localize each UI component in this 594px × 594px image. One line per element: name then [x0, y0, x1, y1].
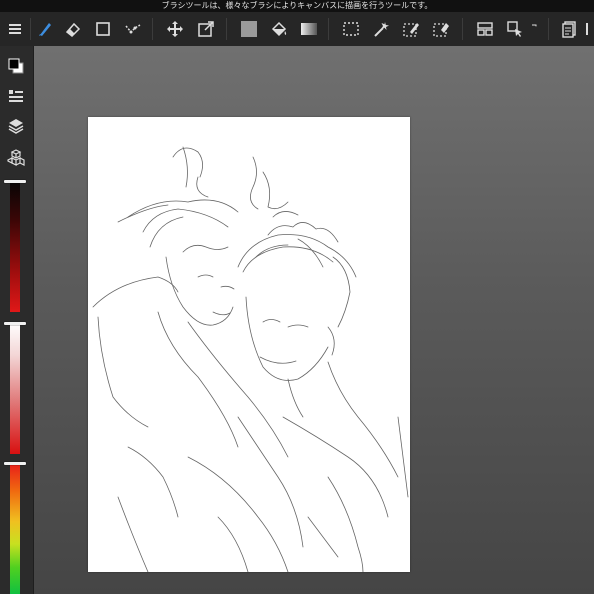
- move-icon[interactable]: [162, 16, 188, 42]
- material-icon[interactable]: [4, 146, 28, 170]
- brush-size-slider[interactable]: [4, 180, 26, 312]
- select-tool-icon[interactable]: [502, 16, 528, 42]
- layer-list-icon[interactable]: [4, 84, 28, 108]
- brush-size-handle[interactable]: [4, 180, 26, 183]
- sketch-drawing: [92, 146, 409, 572]
- layout-icon[interactable]: [472, 16, 498, 42]
- bucket-icon[interactable]: [266, 16, 292, 42]
- layers-icon[interactable]: [4, 114, 28, 138]
- overflow-icon[interactable]: [584, 16, 594, 42]
- select-pen-icon[interactable]: [398, 16, 424, 42]
- tool-hint-bar: ブラシツールは、様々なブラシによりキャンバスに描画を行うツールです。: [0, 0, 594, 12]
- fill-color-icon[interactable]: [236, 16, 262, 42]
- magic-wand-icon[interactable]: [368, 16, 394, 42]
- left-sidebar: [0, 46, 34, 594]
- hue-handle[interactable]: [4, 462, 26, 465]
- select-eraser-icon[interactable]: [428, 16, 454, 42]
- main-toolbar: [0, 12, 594, 55]
- rectangle-icon[interactable]: [90, 16, 116, 42]
- text-icon[interactable]: [528, 16, 540, 42]
- pages-icon[interactable]: [556, 16, 582, 42]
- brush-icon[interactable]: [32, 16, 58, 42]
- transform-icon[interactable]: [193, 16, 219, 42]
- eraser-icon[interactable]: [60, 16, 86, 42]
- drawing-canvas[interactable]: [88, 117, 410, 572]
- menu-icon[interactable]: [2, 16, 28, 42]
- opacity-slider[interactable]: [4, 322, 26, 454]
- opacity-handle[interactable]: [4, 322, 26, 325]
- snap-icon[interactable]: [120, 16, 146, 42]
- color-swatch-icon[interactable]: [4, 54, 28, 78]
- selection-icon[interactable]: [338, 16, 364, 42]
- canvas-workspace[interactable]: [34, 46, 594, 594]
- gradient-icon[interactable]: [296, 16, 322, 42]
- hue-slider[interactable]: [4, 462, 26, 594]
